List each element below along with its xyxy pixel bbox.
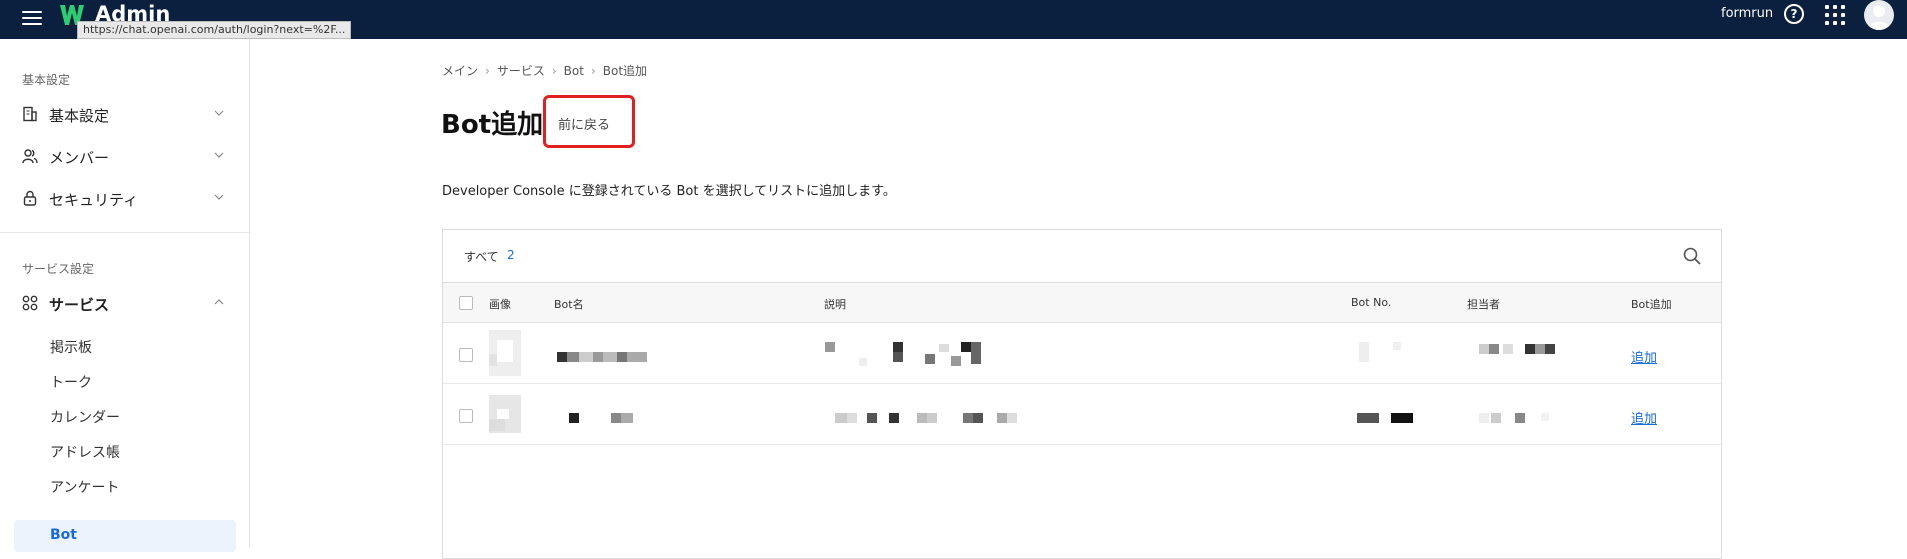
breadcrumb-separator-icon: › [551,64,557,78]
filter-row: すべて 2 [443,230,1721,283]
breadcrumb: メイン › サービス › Bot › Bot追加 [442,62,647,79]
bot-image [489,330,521,376]
sidebar-subitem-talk[interactable]: トーク [50,372,92,392]
breadcrumb-separator-icon: › [485,64,490,78]
sidebar-item-members[interactable]: メンバー [0,138,250,174]
avatar[interactable] [1864,0,1894,30]
building-icon [23,106,37,122]
row-checkbox[interactable] [459,348,473,362]
filter-count: 2 [507,248,515,262]
sidebar-divider [0,232,250,233]
owner-redacted [1479,413,1559,423]
bot-name-redacted [557,352,647,362]
sidebar-item-security[interactable]: セキュリティ [0,180,250,216]
table-header: 画像 Bot名 説明 Bot No. 担当者 Bot追加 [443,283,1721,323]
lock-icon [23,190,37,206]
table-row: 追加 [443,385,1721,445]
column-header-bot-no[interactable]: Bot No. [1351,296,1391,309]
column-header-image: 画像 [489,298,511,311]
select-all-checkbox[interactable] [459,296,473,310]
bot-image [489,395,521,433]
breadcrumb-item-main[interactable]: メイン [442,64,478,78]
bot-no-redacted [1359,342,1409,366]
add-bot-link[interactable]: 追加 [1631,347,1657,366]
row-checkbox[interactable] [459,409,473,423]
sidebar-subitem-bot[interactable]: Bot [14,520,236,552]
add-bot-link[interactable]: 追加 [1631,408,1657,427]
bot-list-panel: すべて 2 画像 Bot名 説明 Bot No. 担当者 Bot追加 追加 追加 [442,229,1722,559]
top-bar: Admin https://chat.openai.com/auth/login… [0,0,1907,39]
table-row: 追加 [443,324,1721,384]
back-button[interactable]: 前に戻る [543,95,635,148]
hamburger-menu-icon[interactable] [22,7,42,29]
breadcrumb-separator-icon: › [590,64,596,78]
column-header-owner[interactable]: 担当者 [1467,296,1500,312]
section-label-basic: 基本設定 [22,73,71,87]
help-icon[interactable]: ? [1784,4,1804,24]
sidebar: 基本設定 基本設定 メンバー セキュリティ サービス設定 サービス 掲示板 トー… [0,39,250,552]
sidebar-item-label: 基本設定 [49,107,110,125]
chevron-down-icon [214,110,224,116]
sidebar-item-service[interactable]: サービス [0,285,250,321]
sidebar-item-basic-settings[interactable]: 基本設定 [0,96,250,132]
url-tooltip: https://chat.openai.com/auth/login?next=… [77,21,352,39]
description-redacted [835,413,1035,423]
chevron-up-icon [214,299,224,305]
sidebar-subitem-addressbook[interactable]: アドレス帳 [50,442,120,462]
breadcrumb-item-current: Bot追加 [602,64,648,78]
page-description: Developer Console に登録されている Bot を選択してリストに… [442,184,896,199]
description-redacted [825,342,985,368]
sidebar-item-label: メンバー [49,149,110,167]
chevron-down-icon [214,152,224,158]
chevron-down-icon [214,194,224,200]
owner-redacted [1479,344,1559,356]
search-icon[interactable] [1682,246,1702,266]
sidebar-item-label: サービス [49,296,110,314]
back-button-label: 前に戻る [558,118,611,133]
column-header-bot-name[interactable]: Bot名 [554,296,584,312]
sidebar-subitem-calendar[interactable]: カレンダー [50,407,120,427]
breadcrumb-item-service[interactable]: サービス [497,64,545,78]
bot-no-redacted [1357,413,1417,423]
breadcrumb-item-bot[interactable]: Bot [564,64,584,78]
user-name[interactable]: formrun [1721,6,1773,21]
apps-grid-icon[interactable] [1825,5,1845,25]
sidebar-subitem-label: Bot [50,527,77,543]
page-title: Bot追加 [441,110,544,140]
sidebar-subitem-board[interactable]: 掲示板 [50,337,92,357]
members-icon [22,149,38,164]
bot-name-redacted [569,413,649,423]
grid-icon [22,295,38,311]
sidebar-subitem-survey[interactable]: アンケート [50,477,119,497]
sidebar-item-label: セキュリティ [49,191,139,209]
filter-all-label[interactable]: すべて [464,248,499,265]
section-label-service: サービス設定 [22,262,95,276]
column-header-description[interactable]: 説明 [824,296,846,312]
column-header-add: Bot追加 [1631,298,1672,311]
